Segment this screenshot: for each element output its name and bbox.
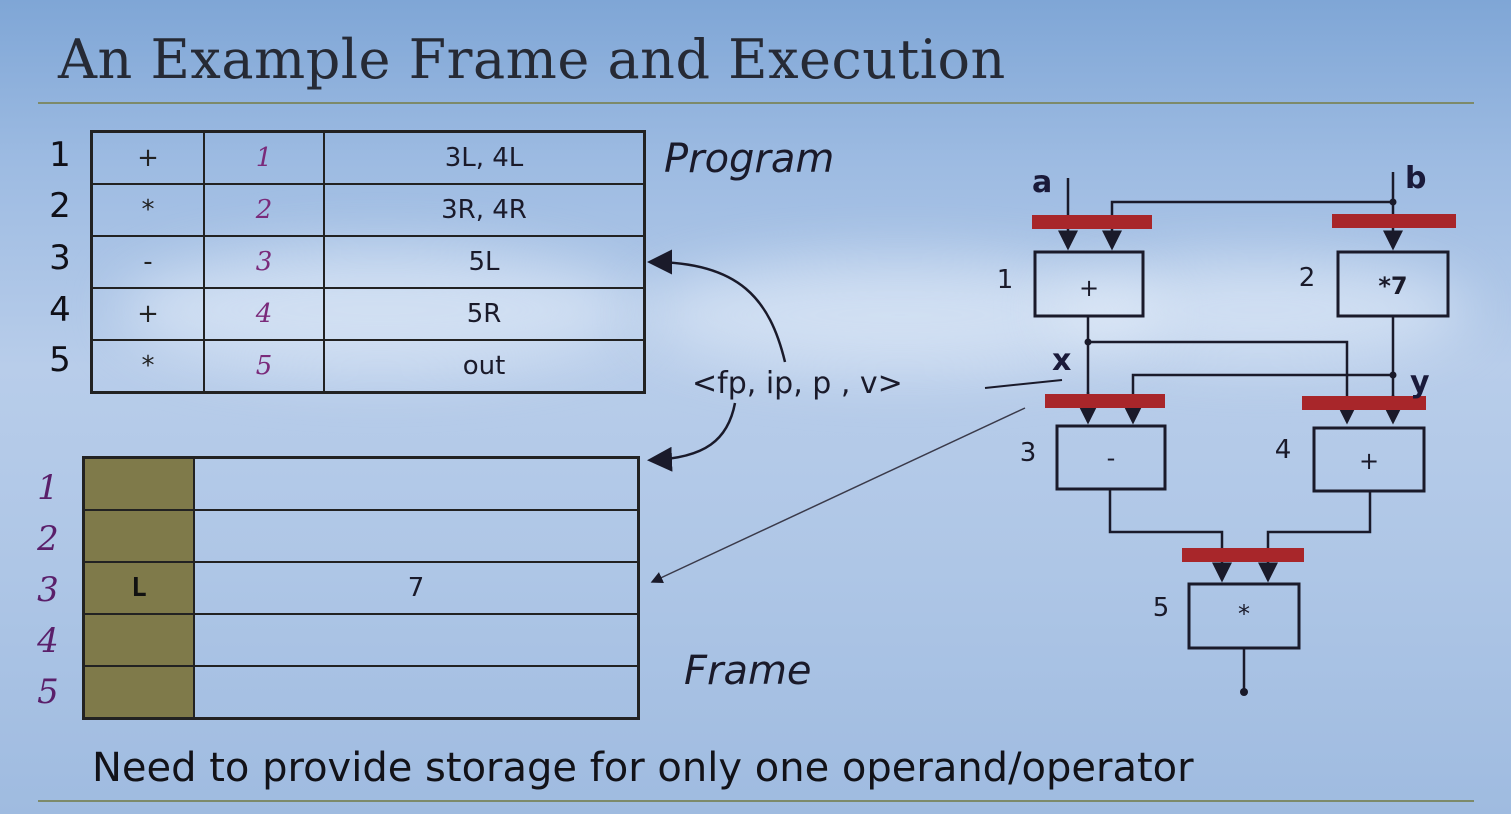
node-number: 5 — [1153, 593, 1170, 623]
dataflow-diagram: + *7 - + * 1 2 3 4 5 a b x y — [647, 161, 1456, 696]
pointer-arrow-program — [647, 249, 787, 363]
sync-bar — [1182, 548, 1304, 562]
input-b-label: b — [1405, 161, 1426, 196]
wire-y-label: y — [1410, 365, 1430, 400]
sync-bar — [1332, 214, 1456, 228]
sync-bar — [1302, 396, 1426, 410]
pointer-arrow-slot — [650, 407, 1026, 583]
node-number: 2 — [1299, 263, 1316, 293]
sync-bar — [1045, 394, 1165, 408]
node-op: - — [1107, 444, 1116, 472]
footer-note: Need to provide storage for only one ope… — [92, 745, 1194, 791]
pointer-arrow-frame — [647, 402, 737, 472]
node-op: + — [1359, 447, 1379, 475]
node-op: *7 — [1378, 272, 1407, 300]
wire-x-label: x — [1052, 343, 1071, 378]
node-number: 1 — [997, 265, 1014, 295]
pointer-line-graph — [984, 379, 1063, 389]
node-op: * — [1238, 600, 1250, 628]
node-op: + — [1079, 274, 1099, 302]
node-number: 3 — [1020, 438, 1037, 468]
sync-bar — [1032, 215, 1152, 229]
node-number: 4 — [1275, 435, 1292, 465]
input-a-label: a — [1032, 165, 1052, 200]
